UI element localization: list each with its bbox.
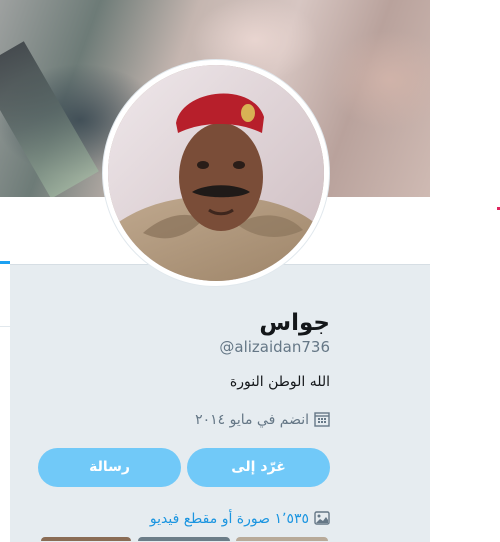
avatar-image [108, 65, 324, 281]
image-icon [314, 510, 330, 532]
message-button[interactable]: رسالة [38, 448, 181, 487]
media-count[interactable]: ١٬٥٣٥ صورة أو مقطع فيديو [150, 511, 309, 527]
joined-date: انضم في مايو ٢٠١٤ [30, 410, 330, 433]
divider [0, 326, 10, 327]
tweet-to-button[interactable]: غرّد إلى [187, 448, 330, 487]
profile-card [10, 264, 430, 542]
tab-indicator [0, 261, 10, 264]
media-link[interactable]: ١٬٥٣٥ صورة أو مقطع فيديو [30, 509, 330, 532]
media-thumbnail[interactable] [236, 537, 328, 541]
media-thumbnail[interactable] [41, 537, 131, 541]
profile-handle[interactable]: @alizaidan736 [30, 337, 330, 357]
profile-name[interactable]: جواس [30, 307, 330, 339]
profile-bio: الله الوطن النورة [229, 374, 330, 390]
banner-shape [0, 41, 99, 197]
avatar[interactable] [103, 60, 329, 286]
media-thumbnail[interactable] [138, 537, 230, 541]
calendar-icon [314, 411, 330, 433]
joined-text: انضم في مايو ٢٠١٤ [195, 412, 309, 428]
